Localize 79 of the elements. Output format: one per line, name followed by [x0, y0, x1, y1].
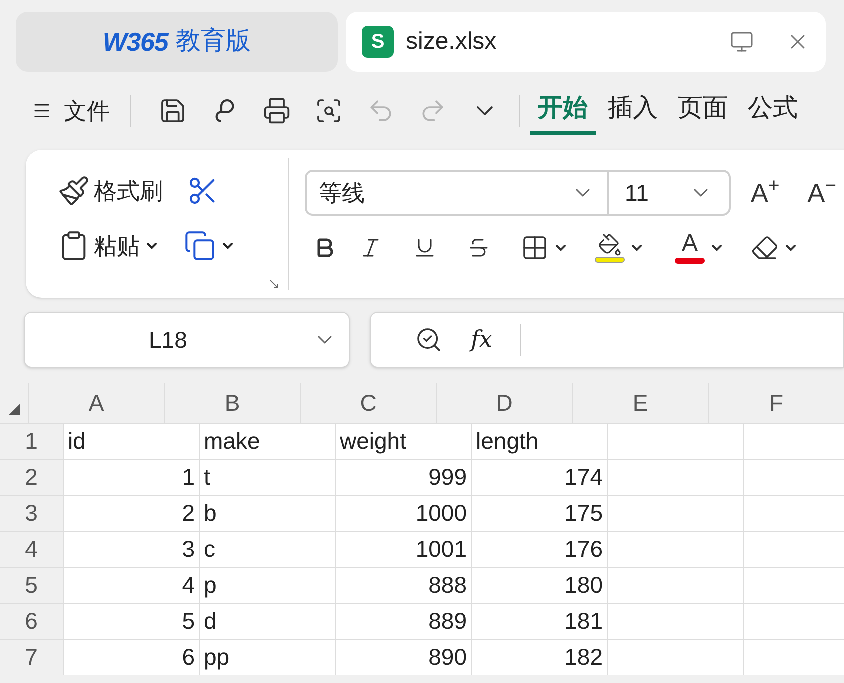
copy-icon: [184, 230, 216, 262]
table-cell: 1001: [335, 532, 471, 567]
table-cell: 3: [63, 532, 199, 567]
dialog-launcher-icon[interactable]: [268, 278, 280, 290]
font-color-button[interactable]: A: [675, 232, 725, 264]
print-preview-icon[interactable]: [315, 97, 343, 125]
paintbrush-icon: [58, 175, 90, 208]
table-cell: 888: [335, 568, 471, 603]
table-cell: 174: [471, 460, 607, 495]
table-cell: 180: [471, 568, 607, 603]
fill-color-button[interactable]: [595, 233, 645, 263]
table-cell: id: [63, 424, 199, 459]
table-cell: 999: [335, 460, 471, 495]
table-cell: 1000: [335, 496, 471, 531]
column-header[interactable]: A: [28, 383, 164, 423]
zoom-icon[interactable]: [415, 326, 443, 354]
table-cell: 175: [471, 496, 607, 531]
row-header[interactable]: 5: [0, 568, 63, 603]
formula-field[interactable]: fx: [370, 312, 844, 368]
monitor-icon[interactable]: [730, 30, 754, 54]
ribbon-tab[interactable]: 插入: [600, 87, 666, 135]
table-cell: t: [199, 460, 335, 495]
column-header[interactable]: C: [300, 383, 436, 423]
row-header[interactable]: 2: [0, 460, 63, 495]
table-cell: make: [199, 424, 335, 459]
table-cell: pp: [199, 640, 335, 675]
row-header[interactable]: 4: [0, 532, 63, 567]
table-cell: weight: [335, 424, 471, 459]
ribbon-tab[interactable]: 公式: [740, 87, 806, 135]
table-cell: 4: [63, 568, 199, 603]
table-cell: length: [471, 424, 607, 459]
grid-icon: [521, 234, 549, 262]
column-header[interactable]: B: [164, 383, 300, 423]
decrease-font-button[interactable]: A$^{−}$: [800, 174, 844, 212]
table-cell: d: [199, 604, 335, 639]
select-all-icon[interactable]: [8, 403, 20, 415]
row-header[interactable]: 6: [0, 604, 63, 639]
table-cell: 182: [471, 640, 607, 675]
table-cell: 176: [471, 532, 607, 567]
table-cell: 2: [63, 496, 199, 531]
table-cell: 181: [471, 604, 607, 639]
eraser-icon: [751, 234, 779, 262]
table-cell: 5: [63, 604, 199, 639]
copy-button[interactable]: [184, 230, 236, 262]
print-icon[interactable]: [263, 97, 291, 125]
clear-button[interactable]: [751, 234, 799, 262]
paste-button[interactable]: 粘贴: [58, 228, 160, 263]
table-cell: p: [199, 568, 335, 603]
edition-label: 教育版: [176, 26, 252, 58]
row-header[interactable]: 7: [0, 640, 63, 675]
name-box[interactable]: L18: [24, 312, 350, 368]
fx-label[interactable]: fx: [471, 322, 492, 358]
document-title: size.xlsx: [406, 27, 498, 57]
font-size-dropdown[interactable]: 11: [609, 172, 729, 214]
table-cell: 1: [63, 460, 199, 495]
column-header[interactable]: F: [708, 383, 844, 423]
format-painter-button[interactable]: 格式刷: [58, 174, 163, 208]
table-cell: 6: [63, 640, 199, 675]
paint-bucket-icon: [595, 233, 625, 263]
ribbon-tab[interactable]: 开始: [530, 87, 596, 135]
save-icon[interactable]: [159, 97, 187, 125]
borders-button[interactable]: [521, 234, 569, 262]
ribbon-tab[interactable]: 页面: [670, 87, 736, 135]
brand-logo: W365: [102, 26, 168, 58]
font-color-label: A: [675, 232, 705, 264]
increase-font-button[interactable]: A$^{+}$: [743, 174, 788, 212]
app-tab[interactable]: W365 教育版: [16, 12, 338, 72]
document-tab[interactable]: S size.xlsx: [346, 12, 826, 72]
table-cell: b: [199, 496, 335, 531]
table-cell: 889: [335, 604, 471, 639]
spreadsheet-icon: S: [362, 26, 394, 58]
column-header[interactable]: D: [436, 383, 572, 423]
table-cell: c: [199, 532, 335, 567]
font-name-dropdown[interactable]: 等线: [307, 172, 609, 214]
row-header[interactable]: 3: [0, 496, 63, 531]
column-header[interactable]: E: [572, 383, 708, 423]
table-cell: 890: [335, 640, 471, 675]
file-menu[interactable]: 文件: [32, 94, 130, 128]
row-header[interactable]: 1: [0, 424, 63, 459]
